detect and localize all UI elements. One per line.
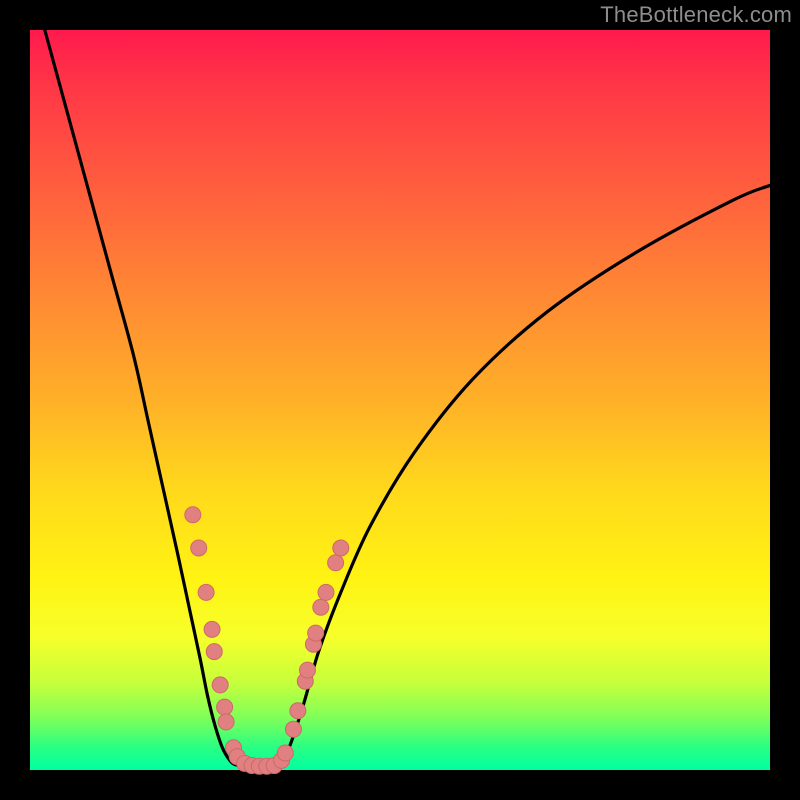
marker-dot (277, 745, 293, 761)
marker-dot (300, 662, 316, 678)
marker-dot (318, 584, 334, 600)
watermark-text: TheBottleneck.com (600, 2, 792, 28)
marker-dot (212, 677, 228, 693)
marker-dot (185, 507, 201, 523)
plot-svg (30, 30, 770, 770)
marker-group (185, 507, 349, 775)
chart-frame: TheBottleneck.com (0, 0, 800, 800)
marker-dot (218, 714, 234, 730)
marker-dot (204, 621, 220, 637)
marker-dot (313, 599, 329, 615)
marker-dot (308, 625, 324, 641)
marker-dot (191, 540, 207, 556)
marker-dot (217, 699, 233, 715)
marker-dot (206, 644, 222, 660)
marker-dot (328, 555, 344, 571)
plot-area (30, 30, 770, 770)
bottleneck-curve (45, 30, 770, 767)
marker-dot (333, 540, 349, 556)
marker-dot (285, 721, 301, 737)
marker-dot (198, 584, 214, 600)
marker-dot (290, 703, 306, 719)
